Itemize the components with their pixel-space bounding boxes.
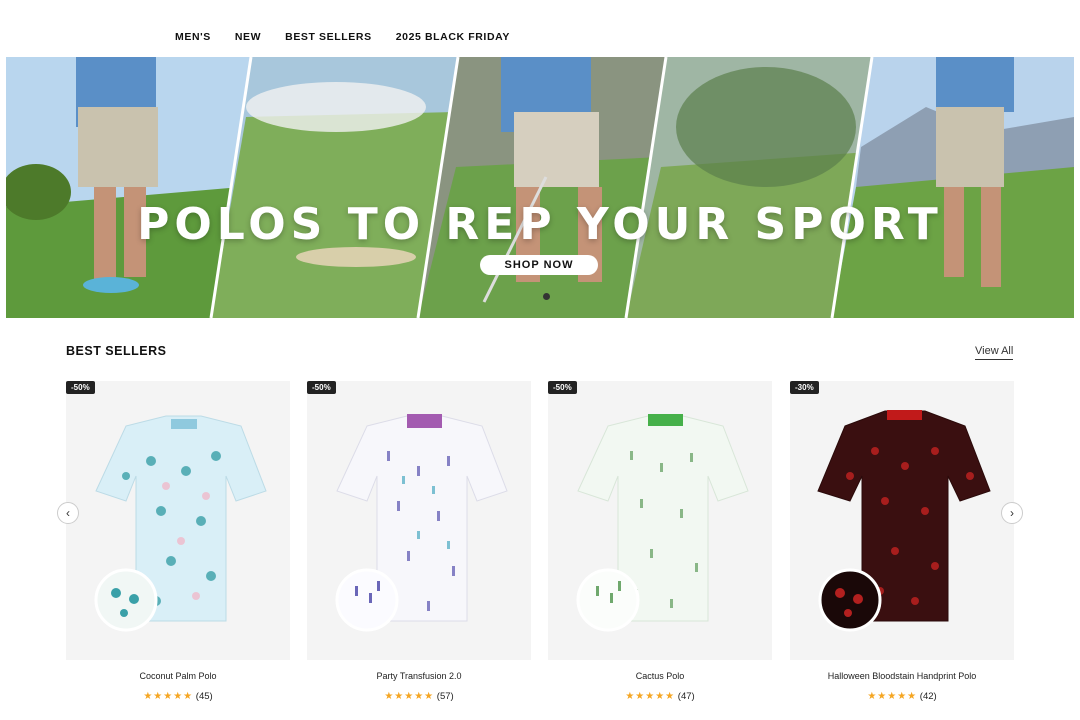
product-card[interactable]: -50% Coconut Palm Polo ★★★★★ (45) [66,381,290,702]
chevron-left-icon: ‹ [66,506,70,520]
product-card[interactable]: -50% Cactus Polo ★★★★★ (47) [548,381,772,702]
product-rating: ★★★★★ (57) [307,691,531,702]
nav-mens[interactable]: MEN'S [175,31,211,43]
section-title: BEST SELLERS [66,344,167,358]
product-name[interactable]: Party Transfusion 2.0 [307,671,531,681]
product-image[interactable]: -50% [307,381,531,660]
review-count: (57) [436,691,454,702]
top-navigation: MEN'S NEW BEST SELLERS 2025 BLACK FRIDAY [0,0,1080,57]
nav-black-friday[interactable]: 2025 BLACK FRIDAY [396,31,510,43]
view-all-link[interactable]: View All [975,345,1014,360]
discount-badge: -30% [790,381,819,394]
star-rating-icon: ★★★★★ [625,691,676,702]
carousel-dot[interactable] [543,293,550,300]
main-menu: MEN'S NEW BEST SELLERS 2025 BLACK FRIDAY [175,31,534,43]
product-name[interactable]: Coconut Palm Polo [66,671,290,681]
product-card[interactable]: -50% Party Transfusion 2.0 ★★★★★ (57) [307,381,531,702]
discount-badge: -50% [66,381,95,394]
product-image[interactable]: -30% [790,381,1014,660]
nav-new[interactable]: NEW [235,31,261,43]
star-rating-icon: ★★★★★ [143,691,194,702]
product-rating: ★★★★★ (45) [66,691,290,702]
shop-now-button[interactable]: SHOP NOW [480,255,598,275]
product-name[interactable]: Halloween Bloodstain Handprint Polo [790,671,1014,681]
hero-title: POLOS TO REP YOUR SPORT [137,199,943,250]
review-count: (47) [677,691,695,702]
chevron-right-icon: › [1010,506,1014,520]
review-count: (45) [195,691,213,702]
nav-best-sellers[interactable]: BEST SELLERS [285,31,372,43]
star-rating-icon: ★★★★★ [384,691,435,702]
product-image[interactable]: -50% [548,381,772,660]
product-rating: ★★★★★ (42) [790,691,1014,702]
product-rating: ★★★★★ (47) [548,691,772,702]
hero-banner[interactable]: POLOS TO REP YOUR SPORT SHOP NOW [6,57,1074,318]
product-card[interactable]: -30% Halloween Bloodstain Handprint Polo… [790,381,1014,702]
product-name[interactable]: Cactus Polo [548,671,772,681]
star-rating-icon: ★★★★★ [867,691,918,702]
discount-badge: -50% [548,381,577,394]
discount-badge: -50% [307,381,336,394]
carousel-prev-button[interactable]: ‹ [57,502,79,524]
carousel-next-button[interactable]: › [1001,502,1023,524]
review-count: (42) [919,691,937,702]
hero-image [6,57,1074,318]
product-image[interactable]: -50% [66,381,290,660]
